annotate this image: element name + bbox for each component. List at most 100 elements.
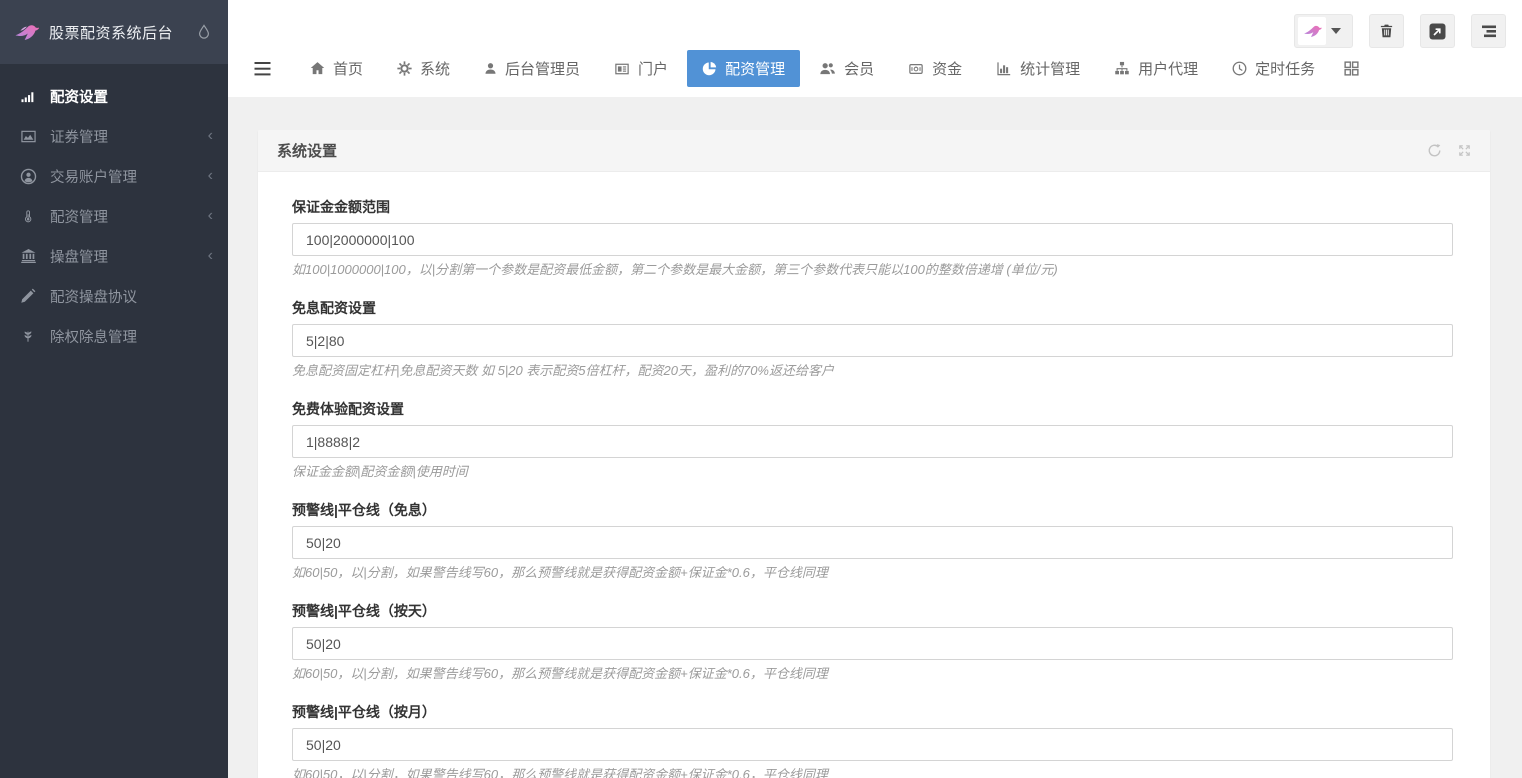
topbar: 首页 系统 后台管理员 门户 xyxy=(228,0,1522,97)
topbar-actions xyxy=(1294,14,1506,48)
pencil-icon xyxy=(19,288,37,304)
nav-tab-label: 会员 xyxy=(844,58,874,79)
theme-logo-icon xyxy=(1298,17,1326,45)
droplet-icon[interactable] xyxy=(196,23,212,41)
bank-icon xyxy=(19,248,37,264)
sidebar-menu: 配资设置 证券管理 ‹ 交易账户管理 ‹ 配资管理 ‹ xyxy=(0,64,228,356)
sidebar-item-trade-accounts[interactable]: 交易账户管理 ‹ xyxy=(0,156,228,196)
admin-user-icon xyxy=(484,61,497,76)
hamburger-menu-icon[interactable] xyxy=(254,62,271,76)
nav-tab-label: 定时任务 xyxy=(1255,58,1315,79)
nav-tab-label: 首页 xyxy=(333,58,363,79)
thermometer-icon xyxy=(19,208,37,225)
margin-range-input[interactable] xyxy=(292,223,1453,256)
sidebar-item-label: 配资设置 xyxy=(50,86,108,107)
settings-form: 保证金金额范围 如100|1000000|100，以|分割第一个参数是配资最低金… xyxy=(258,172,1490,778)
system-settings-card: 系统设置 保证金金额范围 如100|1000000|100，以|分割第一个参数是… xyxy=(258,130,1490,778)
area-chart-icon xyxy=(19,129,37,144)
nav-tab-label: 统计管理 xyxy=(1020,58,1080,79)
nav-tab-label: 系统 xyxy=(420,58,450,79)
sidebar-item-label: 配资操盘协议 xyxy=(50,286,137,307)
form-group-warnline-daily: 预警线|平仓线（按天） 如60|50，以|分割，如果警告线写60，那么预警线就是… xyxy=(292,604,1453,681)
apps-grid-icon xyxy=(1344,61,1359,76)
user-circle-icon xyxy=(19,168,37,185)
gear-icon xyxy=(397,61,412,76)
form-group-free-trial: 免费体验配资设置 保证金金额|配资金额|使用时间 xyxy=(292,402,1453,479)
sidebar-item-label: 证券管理 xyxy=(50,126,108,147)
nav-tab-label: 资金 xyxy=(932,58,962,79)
sidebar-item-peizi-agreement[interactable]: 配资操盘协议 xyxy=(0,276,228,316)
nav-tab-scheduled-tasks[interactable]: 定时任务 xyxy=(1217,50,1330,87)
home-icon xyxy=(310,61,325,76)
warnline-monthly-input[interactable] xyxy=(292,728,1453,761)
nav-tab-portal[interactable]: 门户 xyxy=(599,50,683,87)
sidebar-item-label: 除权除息管理 xyxy=(50,326,137,347)
nav-tab-system[interactable]: 系统 xyxy=(382,50,465,87)
nav-tab-label: 后台管理员 xyxy=(505,58,580,79)
external-link-icon xyxy=(1429,23,1446,40)
caret-down-icon xyxy=(1326,28,1346,35)
nav-tab-members[interactable]: 会员 xyxy=(804,50,889,87)
content-area: 系统设置 保证金金额范围 如100|1000000|100，以|分割第一个参数是… xyxy=(228,97,1522,778)
field-label: 保证金金额范围 xyxy=(292,200,1453,214)
nav-tab-user-agents[interactable]: 用户代理 xyxy=(1099,50,1213,87)
more-menu-button[interactable] xyxy=(1471,14,1506,48)
nav-tab-label: 用户代理 xyxy=(1138,58,1198,79)
sidebar-item-securities[interactable]: 证券管理 ‹ xyxy=(0,116,228,156)
app-title: 股票配资系统后台 xyxy=(49,22,196,43)
nav-tab-label: 门户 xyxy=(638,58,668,79)
open-frontend-button[interactable] xyxy=(1420,14,1455,48)
sidebar-item-dividend-manage[interactable]: 除权除息管理 xyxy=(0,316,228,356)
sidebar-header: 股票配资系统后台 xyxy=(0,0,228,64)
clear-cache-button[interactable] xyxy=(1369,14,1404,48)
interest-free-input[interactable] xyxy=(292,324,1453,357)
field-label: 预警线|平仓线（按天） xyxy=(292,604,1453,618)
chevron-left-icon: ‹ xyxy=(208,248,213,264)
nav-tab-statistics[interactable]: 统计管理 xyxy=(981,50,1095,87)
funds-icon xyxy=(908,62,924,76)
nav-tab-funds[interactable]: 资金 xyxy=(893,50,977,87)
free-trial-input[interactable] xyxy=(292,425,1453,458)
warnline-daily-input[interactable] xyxy=(292,627,1453,660)
leaf-icon xyxy=(19,328,37,344)
card-header: 系统设置 xyxy=(258,130,1490,172)
stats-bars-icon xyxy=(996,61,1012,76)
field-help: 如60|50，以|分割，如果警告线写60，那么预警线就是获得配资金额+保证金*0… xyxy=(292,667,1453,681)
sidebar-item-peizi-manage[interactable]: 配资管理 ‹ xyxy=(0,196,228,236)
pie-chart-icon xyxy=(702,61,717,76)
portal-icon xyxy=(614,62,630,76)
nav-tab-admins[interactable]: 后台管理员 xyxy=(469,50,595,87)
refresh-icon[interactable] xyxy=(1427,143,1442,158)
main-area: 首页 系统 后台管理员 门户 xyxy=(228,0,1522,778)
form-group-warnline-monthly: 预警线|平仓线（按月） 如60|50，以|分割，如果警告线写60，那么预警线就是… xyxy=(292,705,1453,778)
field-help: 免息配资固定杠杆|免息配资天数 如 5|20 表示配资5倍杠杆，配资20天，盈利… xyxy=(292,364,1453,378)
warnline-interest-free-input[interactable] xyxy=(292,526,1453,559)
form-group-margin-range: 保证金金额范围 如100|1000000|100，以|分割第一个参数是配资最低金… xyxy=(292,200,1453,277)
field-help: 如60|50，以|分割，如果警告线写60，那么预警线就是获得配资金额+保证金*0… xyxy=(292,566,1453,580)
expand-icon[interactable] xyxy=(1457,143,1472,158)
card-title: 系统设置 xyxy=(277,140,337,161)
field-label: 免费体验配资设置 xyxy=(292,402,1453,416)
field-label: 免息配资设置 xyxy=(292,301,1453,315)
field-help: 如60|50，以|分割，如果警告线写60，那么预警线就是获得配资金额+保证金*0… xyxy=(292,768,1453,778)
nav-apps-grid[interactable] xyxy=(1334,50,1369,87)
field-label: 预警线|平仓线（按月） xyxy=(292,705,1453,719)
members-icon xyxy=(819,61,836,76)
sidebar-item-label: 操盘管理 xyxy=(50,246,108,267)
card-tools xyxy=(1427,143,1472,158)
sidebar-item-label: 交易账户管理 xyxy=(50,166,137,187)
list-lines-icon xyxy=(1481,25,1497,38)
sitemap-icon xyxy=(1114,61,1130,76)
chevron-left-icon: ‹ xyxy=(208,128,213,144)
nav-tab-peizi-manage[interactable]: 配资管理 xyxy=(687,50,800,87)
top-navigation: 首页 系统 后台管理员 门户 xyxy=(254,50,1373,87)
app-logo-icon xyxy=(13,20,39,44)
field-label: 预警线|平仓线（免息） xyxy=(292,503,1453,517)
sidebar-item-caopan-manage[interactable]: 操盘管理 ‹ xyxy=(0,236,228,276)
sidebar-item-peizi-settings[interactable]: 配资设置 xyxy=(0,76,228,116)
field-help: 如100|1000000|100，以|分割第一个参数是配资最低金额，第二个参数是… xyxy=(292,263,1453,277)
theme-dropdown-button[interactable] xyxy=(1294,14,1353,48)
form-group-interest-free: 免息配资设置 免息配资固定杠杆|免息配资天数 如 5|20 表示配资5倍杠杆，配… xyxy=(292,301,1453,378)
nav-tab-home[interactable]: 首页 xyxy=(295,50,378,87)
sidebar: 股票配资系统后台 配资设置 证券管理 ‹ 交易账户管理 ‹ xyxy=(0,0,228,778)
